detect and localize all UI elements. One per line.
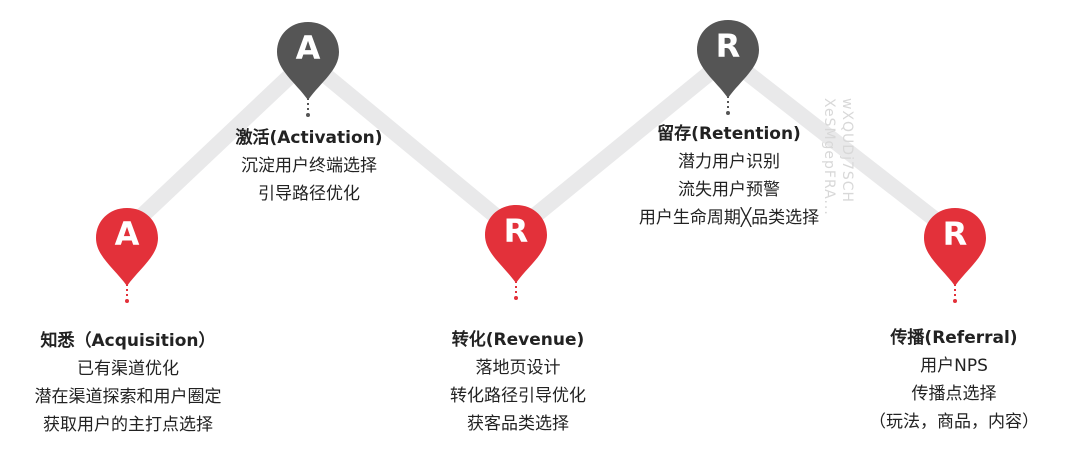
aarrr-diagram: A A R R R 知悉（Acquisition） 已有渠道优化 潜在渠道探索和… (0, 0, 1085, 462)
stage-line: （玩法，商品，内容） (869, 412, 1039, 432)
stage-line: 获取用户的主打点选择 (43, 415, 213, 435)
stage-acquisition-text: 知悉（Acquisition） 已有渠道优化 潜在渠道探索和用户圈定 获取用户的… (20, 327, 236, 439)
stage-line: 转化路径引导优化 (450, 386, 586, 406)
pin-letter: A (114, 215, 140, 253)
stage-line: 沉淀用户终端选择 (241, 156, 377, 176)
stage-activation-text: 激活(Activation) 沉淀用户终端选择 引导路径优化 (216, 124, 402, 208)
pin-retention: R (695, 18, 761, 115)
pin-dots (953, 284, 957, 314)
stage-line: 获客品类选择 (467, 414, 569, 434)
stage-title: 激活(Activation) (235, 128, 383, 148)
stage-line: 传播点选择 (911, 384, 997, 404)
pin-dots (514, 281, 518, 311)
stage-line: 落地页设计 (475, 358, 561, 378)
stage-title: 知悉（Acquisition） (40, 331, 216, 351)
pin-letter: R (715, 27, 741, 65)
watermark: wXQUDj7SCH XeSMgepFRA... (821, 98, 855, 216)
pin-dots (125, 284, 129, 314)
pin-activation: A (275, 20, 341, 117)
stage-line: 用户NPS (920, 356, 988, 376)
pin-revenue: R (483, 203, 549, 300)
stage-line: 引导路径优化 (258, 184, 360, 204)
pin-referral: R (922, 206, 988, 303)
stage-revenue-text: 转化(Revenue) 落地页设计 转化路径引导优化 获客品类选择 (426, 326, 610, 438)
stage-line: 潜在渠道探索和用户圈定 (34, 387, 222, 407)
stage-title: 转化(Revenue) (451, 330, 585, 350)
pin-letter: R (503, 212, 529, 250)
stage-line: 已有渠道优化 (77, 359, 179, 379)
stage-title: 传播(Referral) (890, 328, 1018, 348)
pin-acquisition: A (94, 206, 160, 303)
pin-letter: A (295, 29, 321, 67)
pin-letter: R (942, 215, 968, 253)
stage-referral-text: 传播(Referral) 用户NPS 传播点选择 （玩法，商品，内容） (856, 324, 1052, 436)
